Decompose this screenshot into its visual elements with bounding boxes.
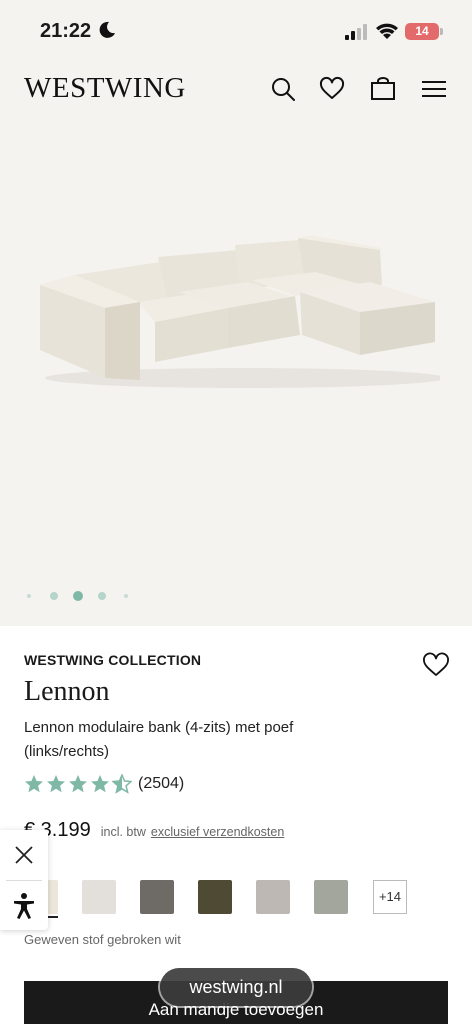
swatch-light-grey[interactable] <box>82 880 116 914</box>
close-icon[interactable] <box>12 843 36 867</box>
product-description: Lennon modulaire bank (4-zits) met poef … <box>24 719 294 760</box>
search-icon[interactable] <box>270 76 296 102</box>
battery-cap <box>440 28 443 35</box>
westwing-logo[interactable]: WESTWING <box>24 72 186 105</box>
carousel-dot[interactable] <box>27 594 31 598</box>
moon-icon <box>99 21 115 38</box>
rating-count[interactable]: (2504) <box>138 775 184 793</box>
floating-accessibility-panel <box>0 830 48 930</box>
product-gallery[interactable]: 21:22 14 WESTWING <box>0 0 472 626</box>
carousel-dot-active[interactable] <box>73 591 83 601</box>
star-icon <box>25 775 43 793</box>
shipping-costs-link[interactable]: exclusief verzendkosten <box>151 825 284 839</box>
site-header: WESTWING <box>0 62 472 118</box>
rating-summary[interactable]: (2504) <box>24 773 184 795</box>
wifi-icon <box>376 23 398 39</box>
accessibility-icon[interactable] <box>12 892 36 920</box>
product-title: Lennon <box>24 676 110 707</box>
wishlist-heart-icon[interactable] <box>422 652 450 678</box>
signal-icon <box>345 24 367 40</box>
price-row: € 3.199 incl. btw exclusief verzendkoste… <box>24 819 284 843</box>
vat-note: incl. btw <box>100 825 146 839</box>
selected-fabric-name: Geweven stof gebroken wit <box>24 932 181 947</box>
fabric-swatches: +14 <box>0 878 472 918</box>
status-time: 21:22 <box>40 20 92 42</box>
half-star-icon <box>112 774 132 794</box>
swatch-dark-grey[interactable] <box>140 880 174 914</box>
brand-name[interactable]: WESTWING COLLECTION <box>24 652 201 668</box>
carousel-dot[interactable] <box>124 594 128 598</box>
star-icon <box>69 775 87 793</box>
swatch-sage-rib[interactable] <box>314 880 348 914</box>
carousel-dot[interactable] <box>98 592 106 600</box>
browser-url-pill[interactable]: westwing.nl <box>160 968 312 1006</box>
heart-icon[interactable] <box>319 76 345 102</box>
sofa-product-image[interactable] <box>30 230 440 390</box>
swatch-grey-boucle[interactable] <box>256 880 290 914</box>
swatch-olive[interactable] <box>198 880 232 914</box>
panel-divider <box>6 880 42 881</box>
more-swatches-button[interactable]: +14 <box>373 880 407 914</box>
carousel-dots[interactable] <box>24 590 144 602</box>
menu-icon[interactable] <box>421 76 447 102</box>
star-icon <box>91 775 109 793</box>
star-icon <box>47 775 65 793</box>
battery-indicator: 14 <box>405 23 439 40</box>
carousel-dot[interactable] <box>50 592 58 600</box>
status-bar: 21:22 14 <box>0 0 472 62</box>
cart-icon[interactable] <box>370 76 396 102</box>
